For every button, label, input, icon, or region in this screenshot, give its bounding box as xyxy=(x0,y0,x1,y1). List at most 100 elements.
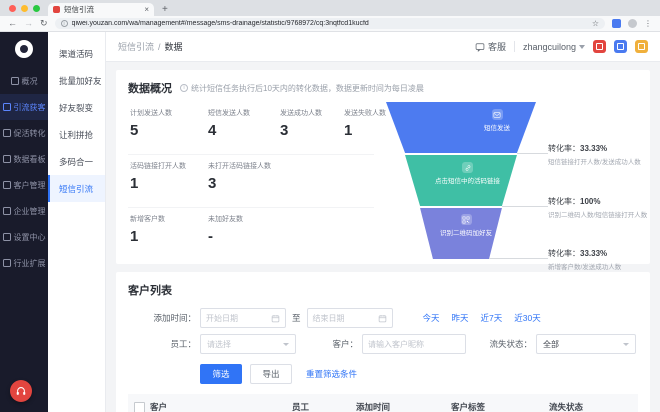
stat-qr-link-opened: 活码链接打开人数1 xyxy=(130,161,214,192)
sidebar-item-dashboard[interactable]: 数据看板 xyxy=(0,146,48,172)
quick-link-7days[interactable]: 近7天 xyxy=(481,312,503,324)
stat-new-customers: 新增客户数1 xyxy=(130,214,214,245)
filter-button[interactable]: 筛选 xyxy=(200,364,242,384)
sidebar-item-settings[interactable]: 设置中心 xyxy=(0,224,48,250)
customer-service-icon xyxy=(15,385,27,397)
bookmark-star-icon[interactable]: ☆ xyxy=(592,20,599,28)
blue-app-icon[interactable] xyxy=(614,40,627,53)
overview-title: 数据概况 xyxy=(128,80,172,96)
conversion-formula: 新增客户数/发送成功人数 xyxy=(548,261,621,271)
back-icon[interactable]: ← xyxy=(8,19,17,28)
export-button[interactable]: 导出 xyxy=(250,364,292,384)
funnel-stage-badge: 短信发送 xyxy=(484,109,510,132)
breadcrumb-parent[interactable]: 短信引流 xyxy=(118,40,154,53)
breadcrumb-current: 数据 xyxy=(165,40,183,53)
dashboard-icon xyxy=(3,155,11,163)
sidebar-item-enterprise[interactable]: 企业管理 xyxy=(0,198,48,224)
column-header-churn-status: 流失状态 xyxy=(549,401,638,412)
overview-icon xyxy=(11,77,19,85)
select-all-checkbox[interactable] xyxy=(134,402,145,412)
stat-label: 活码链接打开人数 xyxy=(130,161,214,171)
start-date-input[interactable]: 开始日期 xyxy=(200,308,286,328)
site-info-icon[interactable]: i xyxy=(61,20,68,27)
support-label: 客服 xyxy=(488,40,506,53)
staff-select[interactable]: 请选择 xyxy=(200,334,296,354)
funnel-stage-badge: 点击短信中的活码链接 xyxy=(435,162,500,185)
window-close-button[interactable] xyxy=(9,5,16,12)
customer-list-card: 客户列表 添加时间： 开始日期 至 结束日期 今天 昨天 xyxy=(116,272,650,412)
stat-planned-send: 计划发送人数5 xyxy=(130,108,214,139)
user-menu[interactable]: zhangcuilong xyxy=(523,42,585,52)
browser-profile-avatar[interactable] xyxy=(628,19,637,28)
customer-filter-label: 客户： xyxy=(310,338,358,350)
browser-toolbar: ← → ↻ i qiwei.youzan.com/wa/management#/… xyxy=(0,16,660,32)
tab-title: 短信引流 xyxy=(64,4,140,15)
envelope-icon xyxy=(492,109,503,120)
sidebar-item-acquisition[interactable]: 引流获客 xyxy=(0,94,48,120)
chevron-down-icon xyxy=(579,45,585,49)
subnav-item-sms-drainage[interactable]: 短信引流 xyxy=(48,175,105,202)
sidebar-item-activation[interactable]: 促活转化 xyxy=(0,120,48,146)
window-zoom-button[interactable] xyxy=(33,5,40,12)
funnel-area: 计划发送人数5 短信发送人数4 发送成功人数3 发送失败人数1 活码链接打开人数… xyxy=(128,102,638,262)
browser-menu-icon[interactable]: ⋮ xyxy=(644,20,652,28)
stat-value: 3 xyxy=(208,175,292,192)
url-text: qiwei.youzan.com/wa/management#/message/… xyxy=(72,20,588,27)
annotation-line xyxy=(502,206,548,207)
new-tab-button[interactable]: + xyxy=(162,3,168,16)
chevron-down-icon xyxy=(623,343,629,346)
reload-icon[interactable]: ↻ xyxy=(40,19,48,28)
industry-icon xyxy=(3,259,11,267)
forward-icon[interactable]: → xyxy=(24,19,33,28)
subnav-item-multi-code[interactable]: 多码合一 xyxy=(48,148,105,175)
calendar-icon xyxy=(378,314,387,323)
subnav-item-friend-fission[interactable]: 好友裂变 xyxy=(48,94,105,121)
tab-close-icon[interactable]: × xyxy=(144,6,149,14)
extension-icon[interactable] xyxy=(612,19,621,28)
subnav-item-discount-grab[interactable]: 让利拼抢 xyxy=(48,121,105,148)
sidebar-item-customers[interactable]: 客户管理 xyxy=(0,172,48,198)
select-all-cell xyxy=(128,402,150,412)
quick-link-30days[interactable]: 近30天 xyxy=(514,312,540,324)
reset-filters-link[interactable]: 重置筛选条件 xyxy=(306,368,357,380)
staff-filter-label: 员工： xyxy=(128,338,196,350)
conversion-rate: 33.33% xyxy=(580,249,607,258)
stat-qr-link-not-opened: 未打开活码链接人数3 xyxy=(208,161,292,192)
filter-row-fields: 员工： 请选择 客户： 流失状态： 全部 xyxy=(128,334,638,354)
floating-service-button[interactable] xyxy=(10,380,32,402)
conversion-label: 转化率： xyxy=(548,197,580,206)
customer-list-title: 客户列表 xyxy=(128,282,638,298)
subnav-item-batch-add-friend[interactable]: 批量加好友 xyxy=(48,67,105,94)
sidebar-item-industry[interactable]: 行业扩展 xyxy=(0,250,48,276)
sidebar-item-label: 设置中心 xyxy=(14,232,46,243)
customer-name-input[interactable] xyxy=(362,334,466,354)
staff-select-placeholder: 请选择 xyxy=(207,339,231,350)
main-area: 短信引流 / 数据 客服 zhangcuilong xyxy=(106,32,660,412)
support-button[interactable]: 客服 xyxy=(475,40,506,53)
red-app-icon[interactable] xyxy=(593,40,606,53)
browser-tab[interactable]: 短信引流 × xyxy=(48,3,154,16)
funnel-stage-label: 短信发送 xyxy=(484,122,510,132)
churn-status-select[interactable]: 全部 xyxy=(536,334,636,354)
address-bar[interactable]: i qiwei.youzan.com/wa/management#/messag… xyxy=(55,18,605,29)
window-minimize-button[interactable] xyxy=(21,5,28,12)
customer-table-header: 客户 员工 添加时间 客户标签 流失状态 xyxy=(128,394,638,412)
logo-mark-icon xyxy=(20,45,28,53)
page-header: 短信引流 / 数据 客服 zhangcuilong xyxy=(106,32,660,62)
quick-link-today[interactable]: 今天 xyxy=(423,312,440,324)
date-filter-label: 添加时间： xyxy=(128,312,196,324)
stat-value: - xyxy=(208,228,292,245)
funnel-stage-label: 识别二维码加好友 xyxy=(440,227,492,237)
stat-not-added-friend: 未加好友数- xyxy=(208,214,292,245)
browser-window: 短信引流 × + ← → ↻ i qiwei.youzan.com/wa/man… xyxy=(0,0,660,412)
sidebar-item-overview[interactable]: 概况 xyxy=(0,68,48,94)
quick-link-yesterday[interactable]: 昨天 xyxy=(452,312,469,324)
end-date-input[interactable]: 结束日期 xyxy=(307,308,393,328)
funnel-stage-label: 点击短信中的活码链接 xyxy=(435,175,500,185)
funnel-stage-badge: 识别二维码加好友 xyxy=(440,214,492,237)
funnel-stage-click-link: 点击短信中的活码链接 xyxy=(386,155,536,206)
yellow-app-icon[interactable] xyxy=(635,40,648,53)
activation-icon xyxy=(3,129,11,137)
settings-icon xyxy=(3,233,11,241)
subnav-item-channel-qr[interactable]: 渠道活码 xyxy=(48,40,105,67)
